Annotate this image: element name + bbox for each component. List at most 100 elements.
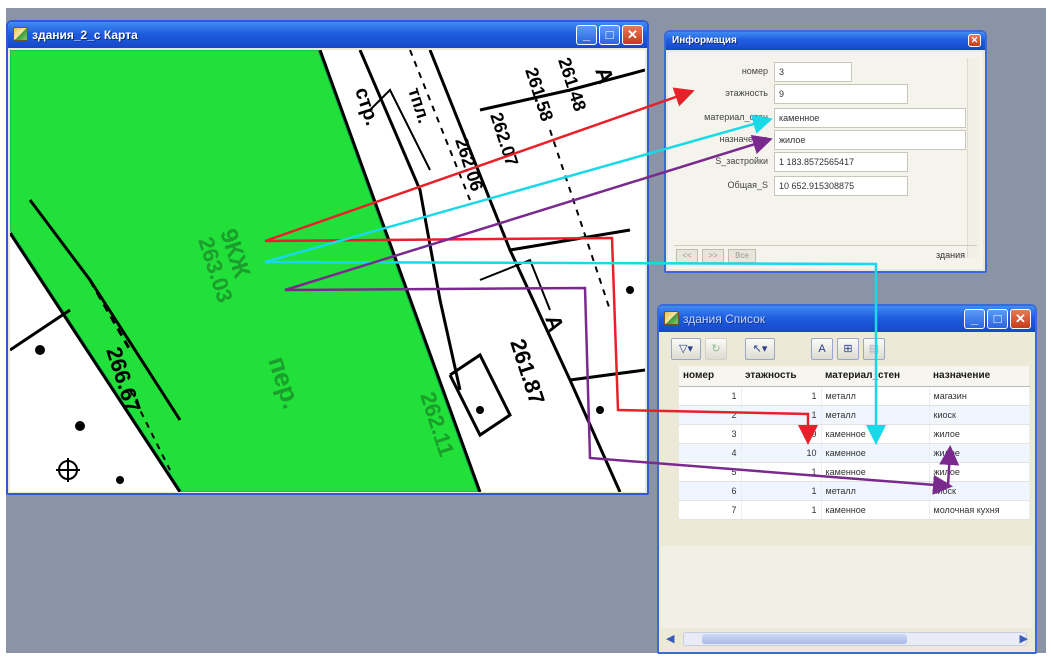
map-canvas[interactable]: 9КЖ 263.03 пер. 262.11 261.87 266.67 А А… [10, 50, 645, 492]
field-label: Общая_S [727, 180, 768, 190]
table-cell: 6 [679, 481, 742, 501]
info-row-material: материал_стен [668, 108, 768, 128]
field-label: назначение [719, 134, 768, 144]
table-cell: жилое [929, 462, 1030, 482]
table-cell: каменное [821, 443, 930, 463]
font-icon[interactable]: A [811, 338, 833, 360]
table-empty-area [661, 546, 1033, 628]
info-close-button[interactable]: ✕ [968, 34, 981, 47]
horizontal-scrollbar[interactable]: ◀ ▶ [666, 632, 1028, 646]
info-row-nomer: номер [668, 62, 768, 82]
table-cell: 7 [679, 500, 742, 520]
field-value-material[interactable]: каменное [774, 108, 966, 128]
field-value-nomer[interactable]: 3 [774, 62, 852, 82]
label-elev2: 261.87 [505, 336, 550, 408]
field-value-szastr[interactable]: 1 183.8572565417 [774, 152, 908, 172]
list-window[interactable]: здания Список _ □ ✕ ▽▾ ↻ ↖▾ A ⊞ ▤ номер … [657, 304, 1037, 654]
table-cell: 1 [741, 462, 822, 482]
table-cell: металл [821, 386, 930, 406]
all-records-button[interactable]: Все [728, 249, 756, 263]
map-window-title: здания_2_с Карта [32, 28, 138, 42]
minimize-button[interactable]: _ [576, 25, 597, 45]
maximize-button[interactable]: □ [599, 25, 620, 45]
table-cell: магазин [929, 386, 1030, 406]
table-cell: металл [821, 481, 930, 501]
scroll-left-icon[interactable]: ◀ [666, 632, 674, 645]
table-cell: каменное [821, 424, 930, 444]
layer-icon [664, 311, 679, 325]
table-cell: каменное [821, 500, 930, 520]
column-header[interactable]: материал_стен [821, 366, 929, 387]
info-window[interactable]: Информация ✕ номер 3 этажность 9 материа… [664, 30, 987, 273]
layer-icon [13, 27, 28, 41]
info-scrollbar[interactable] [967, 58, 979, 258]
table-row[interactable]: 1 1 металл магазин [679, 386, 1030, 406]
filter-icon[interactable]: ▽▾ [671, 338, 701, 360]
column-header[interactable]: номер [679, 366, 741, 387]
scrollbar-thumb[interactable] [702, 634, 907, 644]
close-button[interactable]: ✕ [622, 25, 643, 45]
maximize-button[interactable]: □ [987, 309, 1008, 329]
table-row[interactable]: 6 1 металл киоск [679, 481, 1030, 501]
table-cell: 1 [741, 405, 822, 425]
table-cell: молочная кухня [929, 500, 1030, 520]
label-tpl: тпл. [404, 85, 434, 126]
close-button[interactable]: ✕ [1010, 309, 1031, 329]
info-row-szastr: S_застройки [668, 152, 768, 172]
table-cell: 1 [741, 481, 822, 501]
table-cell: 1 [741, 386, 822, 406]
table-cell: 9 [741, 424, 822, 444]
table-cell: каменное [821, 462, 930, 482]
table-row[interactable]: 4 10 каменное жилое [679, 443, 1030, 463]
table-cell: 5 [679, 462, 742, 482]
table-cell: 3 [679, 424, 742, 444]
scroll-right-icon[interactable]: ▶ [1020, 632, 1028, 645]
table-cell: киоск [929, 405, 1030, 425]
table-cell: 4 [679, 443, 742, 463]
info-footer: << >> Все здания [674, 245, 977, 263]
table-row[interactable]: 2 1 металл киоск [679, 405, 1030, 425]
info-row-etazh: этажность [668, 84, 768, 104]
select-pointer-icon[interactable]: ↖▾ [745, 338, 775, 360]
list-window-title: здания Список [683, 312, 766, 326]
table-cell: 1 [741, 500, 822, 520]
table-header-row: номер этажность материал_стен назначение [679, 366, 1029, 387]
minimize-button[interactable]: _ [964, 309, 985, 329]
table-cell: жилое [929, 424, 1030, 444]
table-cell: 2 [679, 405, 742, 425]
field-value-etazh[interactable]: 9 [774, 84, 908, 104]
label-a2: А [590, 64, 619, 87]
field-value-obsh[interactable]: 10 652.915308875 [774, 176, 908, 196]
table-cell: 10 [741, 443, 822, 463]
info-row-obsh: Общая_S [668, 176, 768, 196]
list-toolbar: ▽▾ ↻ ↖▾ A ⊞ ▤ [661, 334, 1033, 364]
next-record-button[interactable]: >> [702, 249, 724, 263]
table-cell: киоск [929, 481, 1030, 501]
refresh-icon[interactable]: ↻ [705, 338, 727, 360]
info-window-title: Информация [672, 35, 737, 46]
info-window-titlebar[interactable]: Информация ✕ [666, 32, 985, 50]
table-cell: жилое [929, 443, 1030, 463]
map-window-titlebar[interactable]: здания_2_с Карта _ □ ✕ [8, 22, 647, 48]
table-icon[interactable]: ▤ [863, 338, 885, 360]
column-header[interactable]: этажность [741, 366, 821, 387]
export-icon[interactable]: ⊞ [837, 338, 859, 360]
info-layer-name: здания [935, 250, 965, 260]
list-window-titlebar[interactable]: здания Список _ □ ✕ [659, 306, 1035, 332]
label-a1: А [540, 312, 569, 335]
map-window[interactable]: здания_2_с Карта _ □ ✕ 9КЖ 263.03 пер. 2… [6, 20, 649, 495]
field-label: номер [741, 66, 768, 76]
table-row[interactable]: 5 1 каменное жилое [679, 462, 1030, 482]
field-label: материал_стен [704, 112, 768, 122]
attribute-table[interactable]: номер этажность материал_стен назначение… [679, 366, 1030, 520]
info-body: номер 3 этажность 9 материал_стен каменн… [668, 52, 983, 269]
prev-record-button[interactable]: << [676, 249, 698, 263]
table-row[interactable]: 7 1 каменное молочная кухня [679, 500, 1030, 520]
table-row[interactable]: 3 9 каменное жилое [679, 424, 1030, 444]
table-cell: 1 [679, 386, 742, 406]
column-header[interactable]: назначение [929, 366, 1029, 387]
field-label: S_застройки [715, 156, 768, 166]
field-value-naznach[interactable]: жилое [774, 130, 966, 150]
field-label: этажность [725, 88, 768, 98]
label-top1: 261.48 [554, 55, 590, 114]
